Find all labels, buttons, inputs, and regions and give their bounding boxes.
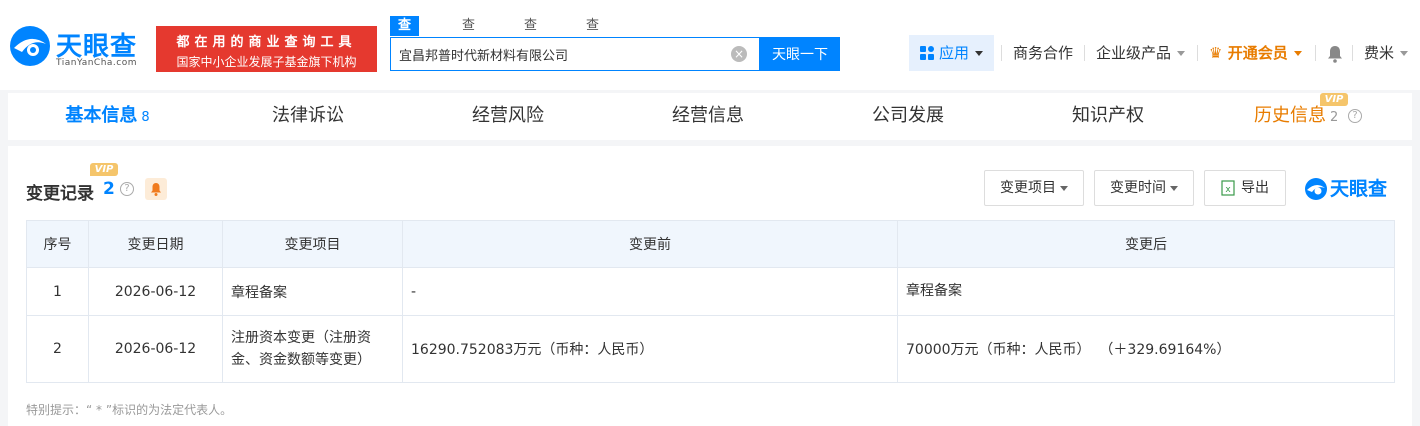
business-cooperation-link[interactable]: 商务合作 [1013,35,1073,71]
tab-business-info[interactable]: 经营信息 [608,93,808,145]
top-header: 天眼查 TianYanCha.com 都在用的商业查询工具 国家中小企业发展子基… [0,0,1420,90]
tab-intellectual-property[interactable]: 知识产权 [1008,93,1208,145]
cell-date: 2026-06-12 [88,267,223,316]
chevron-down-icon [1400,51,1409,56]
excel-icon: x [1221,180,1235,196]
help-icon[interactable]: ? [120,182,134,196]
cell-no: 1 [26,267,89,316]
logo-eye-icon [1305,178,1327,200]
section-title: 变更记录 [26,184,94,204]
vip-badge: VIP [90,163,118,176]
apps-label: 应用 [939,44,970,62]
tab-legal[interactable]: 法律诉讼 [208,93,408,145]
search-tab-risk[interactable]: 查风险 [586,16,599,73]
cell-date: 2026-06-12 [88,315,223,383]
apps-menu-button[interactable]: 应用 [909,35,994,71]
table-row: 2 2026-06-12 注册资本变更（注册资金、资金数额等变更） 16290.… [26,315,1395,383]
search-tab-boss[interactable]: 查老板 [462,16,475,73]
vip-label: 开通会员 [1227,44,1288,62]
enterprise-label: 企业级产品 [1096,44,1172,62]
logo-eye-icon [10,26,50,66]
chevron-down-icon [975,51,984,56]
chevron-down-icon [1060,185,1068,191]
slogan-line1: 都在用的商业查询工具 [176,35,357,50]
slogan-banner: 都在用的商业查询工具 国家中小企业发展子基金旗下机构 [156,26,377,72]
crown-icon: ♛ [1209,44,1223,62]
tab-company-development[interactable]: 公司发展 [808,93,1008,145]
open-vip-menu[interactable]: ♛ 开通会员 [1209,35,1302,71]
cell-after: 70000万元（币种：人民币） （＋329.69164%） [897,315,1395,383]
nav-divider [1352,45,1353,61]
tab-business-risk[interactable]: 经营风险 [408,93,608,145]
nav-divider [1001,45,1002,61]
svg-text:x: x [1225,185,1231,195]
company-section-tabs: 基本信息 8 法律诉讼 经营风险 经营信息 公司发展 知识产权 历史信息 2 ? V… [8,93,1412,145]
nav-divider [1197,45,1198,61]
enterprise-products-menu[interactable]: 企业级产品 [1096,35,1186,71]
footnote: 特别提示：“ * ”标识的为法定代表人。 [26,403,233,417]
search-box: × [390,37,760,71]
header-date: 变更日期 [88,220,223,268]
brand-text: 天眼查 [1330,178,1388,200]
tab-label: 基本信息 [65,105,138,126]
tab-count: 8 [141,110,150,125]
header-no: 序号 [26,220,89,268]
header-item: 变更项目 [222,220,403,268]
tab-label: 历史信息 [1253,105,1326,126]
filter-change-item-button[interactable]: 变更项目 [984,170,1084,206]
cell-item: 章程备案 [222,267,403,316]
brand-watermark: 天眼查 [1304,177,1396,201]
table-row: 1 2026-06-12 章程备案 - 章程备案 [26,267,1395,316]
change-records-table: 序号 变更日期 变更项目 变更前 变更后 1 2026-06-12 章程备案 -… [26,220,1395,383]
clear-icon[interactable]: × [731,46,747,62]
table-header-row: 序号 变更日期 变更项目 变更前 变更后 [26,220,1395,268]
tab-count: 2 [1329,110,1339,125]
cell-item: 注册资本变更（注册资金、资金数额等变更） [222,315,403,383]
header-after: 变更后 [897,220,1395,268]
monitor-bell-button[interactable] [145,178,167,200]
search-input[interactable] [399,38,719,70]
export-label: 导出 [1241,180,1269,196]
slogan-line2: 国家中小企业发展子基金旗下机构 [176,55,357,69]
chevron-down-icon [1293,51,1302,56]
cell-before: - [402,267,898,316]
cell-no: 2 [26,315,89,383]
change-records-panel: VIP 变更记录 2 ? 变更项目 变更时间 x 导出 天眼查 序号 变更日期 变… [8,146,1412,426]
chevron-down-icon [1170,185,1178,191]
filter-time-label: 变更时间 [1110,180,1166,196]
help-icon[interactable]: ? [1348,109,1362,123]
cell-before: 16290.752083万元（币种：人民币） [402,315,898,383]
filter-change-time-button[interactable]: 变更时间 [1094,170,1194,206]
site-logo[interactable]: 天眼查 TianYanCha.com [8,24,148,72]
search-button[interactable]: 天眼一下 [760,37,840,71]
header-before: 变更前 [402,220,898,268]
search-tab-company[interactable]: 查公司 [390,16,420,73]
user-name: 费米 [1364,44,1395,62]
chevron-down-icon [1177,51,1186,56]
apps-grid-icon [920,46,934,60]
bell-icon [151,183,161,196]
filter-item-label: 变更项目 [1000,180,1056,196]
bell-icon[interactable] [1327,35,1343,71]
vip-badge: VIP [1320,93,1348,106]
logo-domain: TianYanCha.com [56,58,138,68]
tab-basic-info[interactable]: 基本信息 8 [8,93,207,145]
cell-after: 章程备案 [897,267,1395,316]
export-button[interactable]: x 导出 [1204,170,1286,206]
user-menu[interactable]: 费米 [1364,35,1409,71]
search-tab-relation[interactable]: 查关系 [524,16,537,73]
section-count: 2 [103,179,115,199]
nav-divider [1315,45,1316,61]
tab-history-info[interactable]: 历史信息 2 ? [1208,93,1408,145]
nav-divider [1084,45,1085,61]
